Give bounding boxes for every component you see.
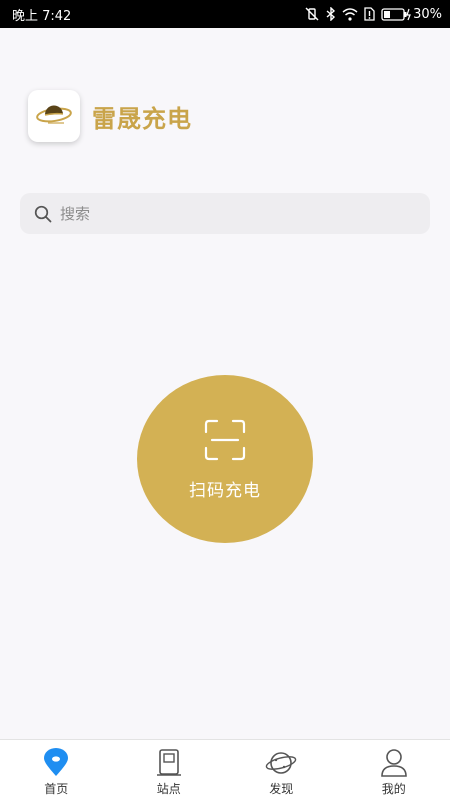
bottom-tab-bar: 首页 站点 发现 我的 xyxy=(0,739,450,800)
wifi-icon xyxy=(342,7,358,21)
battery-indicator: 30% xyxy=(381,7,442,22)
tab-home[interactable]: 首页 xyxy=(0,740,113,800)
map-pin-icon xyxy=(44,748,69,776)
search-placeholder: 搜索 xyxy=(60,205,91,223)
person-icon xyxy=(380,749,407,777)
brand-name: 雷晟充电 xyxy=(92,104,192,133)
planet-icon xyxy=(266,752,297,774)
tab-stations[interactable]: 站点 xyxy=(113,740,226,800)
planet-logo-icon xyxy=(36,105,72,124)
app-logo xyxy=(28,90,80,142)
status-time: 晚上 7:42 xyxy=(12,8,72,24)
vibrate-mute-icon xyxy=(305,7,319,21)
brand-header: 雷晟充电 xyxy=(28,90,192,142)
scan-charge-button[interactable]: 扫码充电 xyxy=(137,375,313,543)
charging-station-icon xyxy=(156,749,181,776)
status-bar: 晚上 7:42 30% xyxy=(0,0,450,28)
tab-home-label: 首页 xyxy=(44,782,69,796)
battery-percent: 30% xyxy=(413,6,442,22)
search-icon xyxy=(34,205,52,222)
battery-charging-icon xyxy=(381,7,411,21)
tab-stations-label: 站点 xyxy=(156,782,181,796)
tab-discover-label: 发现 xyxy=(269,782,294,796)
tab-mine-label: 我的 xyxy=(381,782,406,796)
bluetooth-icon xyxy=(326,7,336,21)
scan-frame-icon xyxy=(204,419,246,460)
search-bar[interactable]: 搜索 xyxy=(20,193,430,234)
scan-charge-label: 扫码充电 xyxy=(189,480,261,501)
sim-alert-icon xyxy=(364,7,375,21)
tab-mine[interactable]: 我的 xyxy=(338,740,450,800)
tab-discover[interactable]: 发现 xyxy=(225,740,338,800)
